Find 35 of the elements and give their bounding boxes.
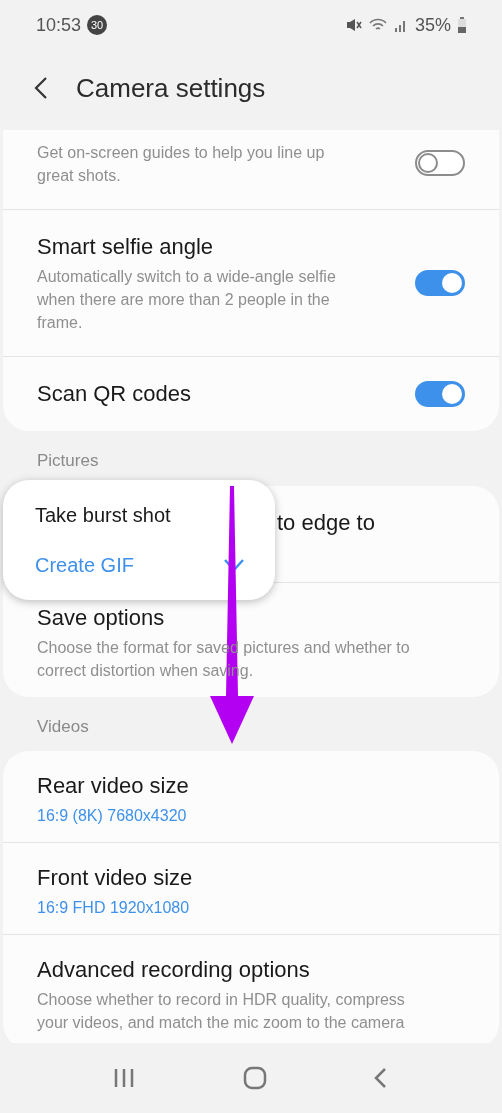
clock: 10:53 [36, 13, 82, 37]
setting-description: Automatically switch to a wide-angle selfie when there are more than 2 people in the frame. [37, 267, 337, 333]
toggle-switch[interactable] [415, 381, 465, 407]
mute-icon [345, 18, 362, 32]
setting-title: Scan QR codes [37, 380, 192, 408]
setting-value: 16:9 (8K) 7680x4320 [37, 806, 188, 826]
setting-description: Choose whether to record in HDR quality, compress your videos, and match the mic zoom to the camera [37, 990, 406, 1033]
battery-icon [458, 17, 466, 33]
setting-row[interactable]: Rear video size 16:9 (8K) 7680x4320 [3, 751, 499, 843]
setting-title: Rear video size [37, 772, 190, 800]
checkmark-icon [223, 558, 245, 572]
setting-value: 16:9 FHD 1920x1080 [37, 898, 191, 918]
page-title: Camera settings [76, 71, 266, 105]
setting-row[interactable]: Advanced recording options Choose whether to record in HDR quality, compress your videos, and match the mic zoom to the camera [3, 935, 499, 1043]
setting-row[interactable]: Front video size 16:9 FHD 1920x1080 [3, 843, 499, 935]
toggle-switch[interactable] [415, 149, 465, 176]
battery-percentage: 35% [414, 13, 451, 37]
setting-row[interactable]: Smart selfie angle Automatically switch to a wide-angle selfie when there are more than 2 people in the frame. [3, 210, 499, 357]
setting-title: Advanced recording options [37, 956, 311, 984]
home-button[interactable] [243, 1066, 267, 1090]
setting-row[interactable]: Scan QR codes [3, 357, 499, 431]
setting-title: to edge to [277, 508, 375, 537]
section-label: Pictures [36, 450, 100, 472]
signal-icon [393, 18, 408, 32]
toggle-switch[interactable] [415, 270, 465, 296]
section-label: Videos [36, 715, 90, 738]
setting-title: Smart selfie angle [37, 233, 215, 261]
setting-title: Save options [37, 603, 166, 632]
back-nav-button[interactable] [373, 1067, 389, 1089]
wifi-icon [368, 18, 387, 32]
setting-description: Get on-screen guides to help you line up great shots. [37, 143, 326, 186]
menu-item[interactable]: Take burst shot [3, 490, 275, 540]
back-button[interactable] [34, 76, 50, 100]
setting-title: Front video size [37, 864, 194, 892]
notification-badge: 30 [87, 15, 108, 35]
